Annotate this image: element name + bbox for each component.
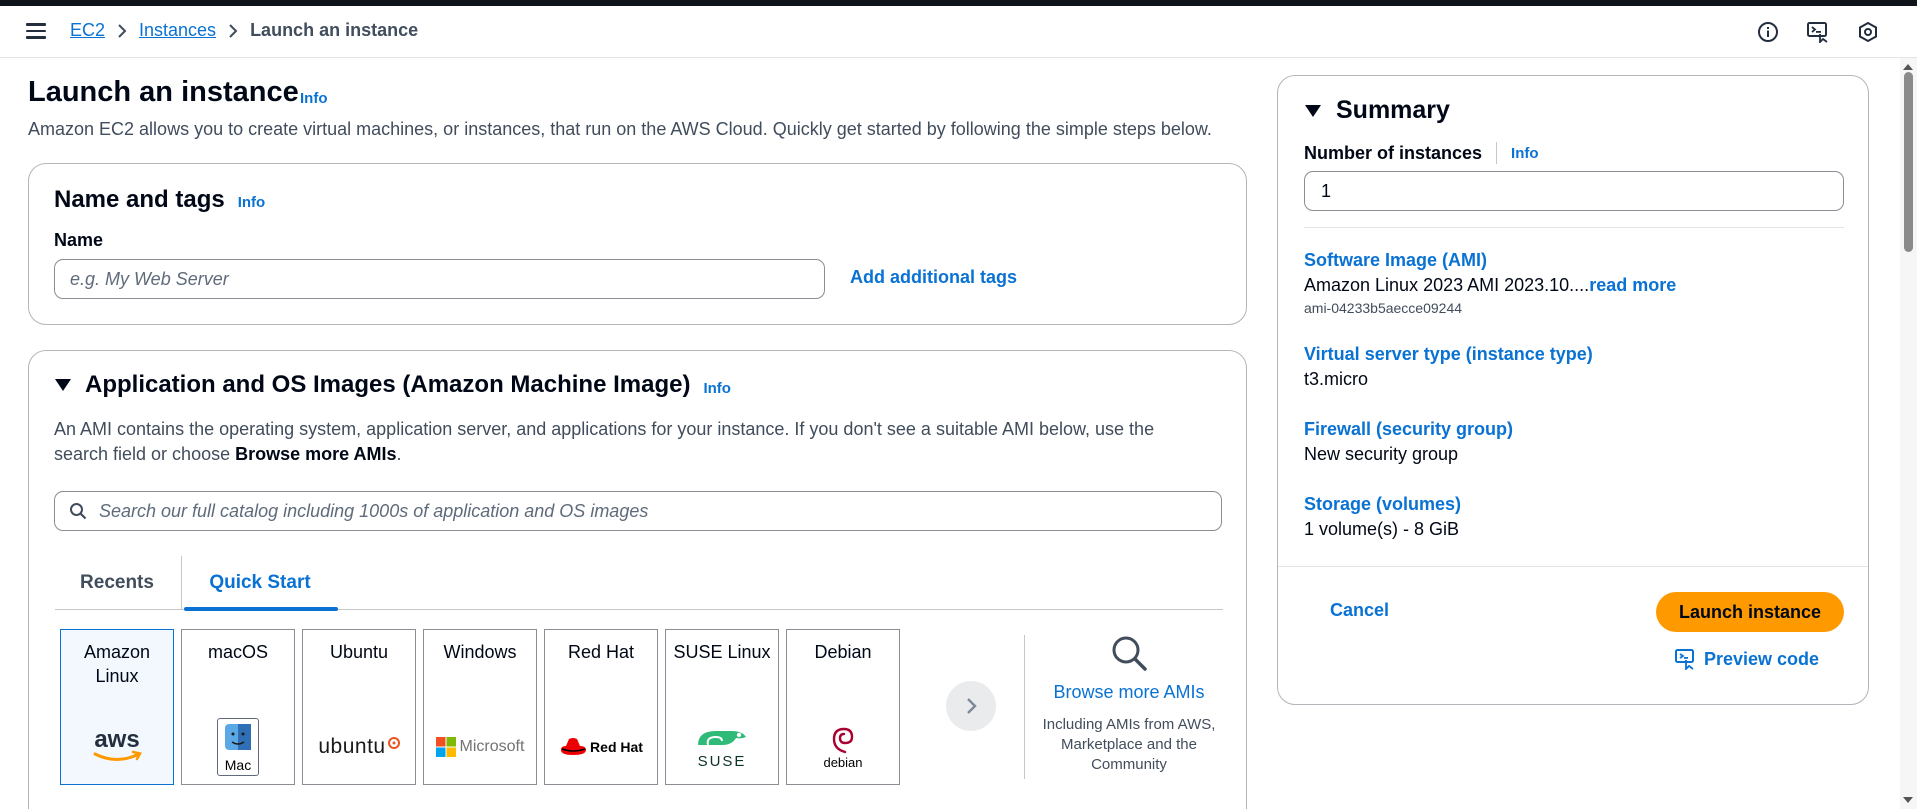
firewall-link[interactable]: Firewall (security group) — [1304, 417, 1513, 441]
name-label: Name — [54, 230, 104, 250]
search-icon — [69, 502, 87, 520]
breadcrumb-instances-link[interactable]: Instances — [139, 20, 216, 41]
debian-logo-icon: debian — [787, 722, 899, 772]
instance-type-value: t3.micro — [1304, 369, 1369, 389]
ami-panel: Application and OS Images (Amazon Machin… — [28, 350, 1247, 809]
page-info-link[interactable]: Info — [300, 90, 328, 107]
summary-title: Summary — [1336, 96, 1450, 124]
nav-utility-icons — [1755, 19, 1881, 45]
number-of-instances-row: Number of instances Info — [1304, 142, 1539, 164]
menu-icon[interactable] — [26, 23, 46, 39]
summary-divider — [1304, 227, 1844, 228]
chevron-right-icon — [105, 23, 139, 38]
ami-title: Application and OS Images (Amazon Machin… — [85, 371, 691, 398]
name-input[interactable]: e.g. My Web Server — [54, 259, 825, 299]
code-preview-icon — [1674, 648, 1696, 670]
scroll-down-arrow-icon[interactable] — [1903, 797, 1913, 803]
read-more-link[interactable]: read more — [1589, 275, 1676, 295]
ami-tabs: Recents Quick Start — [55, 556, 1223, 611]
number-of-instances-info-link[interactable]: Info — [1511, 145, 1539, 162]
add-additional-tags-link[interactable]: Add additional tags — [850, 267, 1017, 288]
os-tile-label: SUSE Linux — [673, 642, 771, 662]
os-tile-label: Ubuntu — [329, 642, 389, 662]
name-tags-info-link[interactable]: Info — [238, 194, 266, 211]
redhat-logo-icon: Red Hat — [545, 722, 657, 772]
os-tile-label: Windows — [443, 642, 517, 662]
software-image-value: Amazon Linux 2023 AMI 2023.10....read mo… — [1304, 275, 1677, 295]
instance-type-link[interactable]: Virtual server type (instance type) — [1304, 342, 1593, 366]
hexagon-settings-icon[interactable] — [1855, 19, 1881, 45]
breadcrumb-ec2-link[interactable]: EC2 — [70, 20, 105, 41]
tab-quick-start[interactable]: Quick Start — [181, 556, 338, 611]
breadcrumb: EC2 Instances Launch an instance — [70, 20, 418, 41]
os-tile-suse-linux[interactable]: SUSE Linux SUSE — [665, 629, 779, 785]
suse-logo-icon: SUSE — [666, 722, 778, 772]
page-description: Amazon EC2 allows you to create virtual … — [28, 119, 1212, 139]
ami-header[interactable]: Application and OS Images (Amazon Machin… — [54, 371, 731, 399]
info-circle-icon[interactable] — [1755, 19, 1781, 45]
number-of-instances-label: Number of instances — [1304, 142, 1483, 163]
svg-text:aws: aws — [94, 727, 139, 753]
cloudshell-icon[interactable] — [1805, 19, 1831, 45]
preview-code-label: Preview code — [1704, 648, 1820, 669]
aws-logo-icon: aws — [61, 722, 173, 772]
ubuntu-logo-icon: ubuntu — [303, 722, 415, 772]
search-icon — [1109, 633, 1149, 673]
os-tile-label: Amazon Linux — [83, 642, 151, 686]
caret-down-icon — [1304, 104, 1322, 118]
os-tile-ubuntu[interactable]: Ubuntu ubuntu — [302, 629, 416, 785]
browse-more-amis-link[interactable]: Browse more AMIs — [1039, 682, 1219, 703]
page-title: Launch an instance — [28, 76, 299, 108]
summary-instance-type: Virtual server type (instance type) t3.m… — [1304, 342, 1593, 392]
ami-id: ami-04233b5aecce09244 — [1304, 300, 1463, 316]
breadcrumb-current: Launch an instance — [250, 20, 419, 40]
summary-header[interactable]: Summary — [1304, 96, 1450, 125]
summary-panel: Summary Number of instances Info 1 Softw… — [1277, 75, 1869, 705]
os-tile-debian[interactable]: Debian debian — [786, 629, 900, 785]
name-input-placeholder: e.g. My Web Server — [70, 268, 229, 289]
os-tile-windows[interactable]: Windows Microsoft — [423, 629, 537, 785]
summary-footer-divider — [1278, 566, 1868, 567]
storage-value: 1 volume(s) - 8 GiB — [1304, 519, 1460, 539]
scrollbar-thumb[interactable] — [1904, 72, 1913, 252]
scroll-up-arrow-icon[interactable] — [1903, 64, 1913, 70]
storage-link[interactable]: Storage (volumes) — [1304, 492, 1461, 516]
tab-recents[interactable]: Recents — [55, 556, 179, 610]
browse-more-amis-subtitle: Including AMIs from AWS, Marketplace and… — [1042, 716, 1216, 773]
ami-description: An AMI contains the operating system, ap… — [54, 419, 1155, 464]
microsoft-logo-icon: Microsoft — [424, 722, 536, 772]
tiles-next-button[interactable] — [946, 681, 996, 731]
firewall-value: New security group — [1304, 444, 1459, 464]
os-tile-label: Red Hat — [567, 642, 635, 662]
preview-code-button[interactable]: Preview code — [1674, 648, 1819, 670]
chevron-right-icon — [965, 697, 977, 715]
page-scrollbar[interactable] — [1900, 58, 1917, 809]
label-divider — [1496, 142, 1498, 164]
number-of-instances-value: 1 — [1321, 180, 1332, 201]
ami-search-input[interactable]: Search our full catalog including 1000s … — [54, 491, 1222, 531]
top-navbar: EC2 Instances Launch an instance — [0, 6, 1917, 58]
mac-logo-icon: Mac — [182, 718, 294, 776]
browse-more-amis-block: Browse more AMIs Including AMIs from AWS… — [1039, 633, 1219, 775]
ami-search-placeholder: Search our full catalog including 1000s … — [99, 500, 649, 521]
os-tile-red-hat[interactable]: Red Hat Red Hat — [544, 629, 658, 785]
caret-down-icon — [54, 378, 72, 392]
os-tile-label: Debian — [814, 642, 872, 662]
chevron-right-icon — [216, 23, 250, 38]
name-and-tags-panel: Name and tags Info Name e.g. My Web Serv… — [28, 163, 1247, 325]
summary-firewall: Firewall (security group) New security g… — [1304, 417, 1513, 467]
summary-storage: Storage (volumes) 1 volume(s) - 8 GiB — [1304, 492, 1461, 542]
summary-software-image: Software Image (AMI) Amazon Linux 2023 A… — [1304, 248, 1676, 318]
number-of-instances-input[interactable]: 1 — [1304, 171, 1844, 211]
name-tags-title: Name and tags — [54, 186, 225, 213]
launch-instance-button[interactable]: Launch instance — [1656, 592, 1844, 632]
tiles-divider — [1024, 635, 1025, 779]
os-tile-amazon-linux[interactable]: Amazon Linux aws — [60, 629, 174, 785]
software-image-link[interactable]: Software Image (AMI) — [1304, 248, 1676, 272]
cancel-button[interactable]: Cancel — [1330, 600, 1389, 621]
os-tile-macos[interactable]: macOS Mac — [181, 629, 295, 785]
ami-info-link[interactable]: Info — [703, 380, 731, 397]
os-tile-label: macOS — [207, 642, 268, 662]
